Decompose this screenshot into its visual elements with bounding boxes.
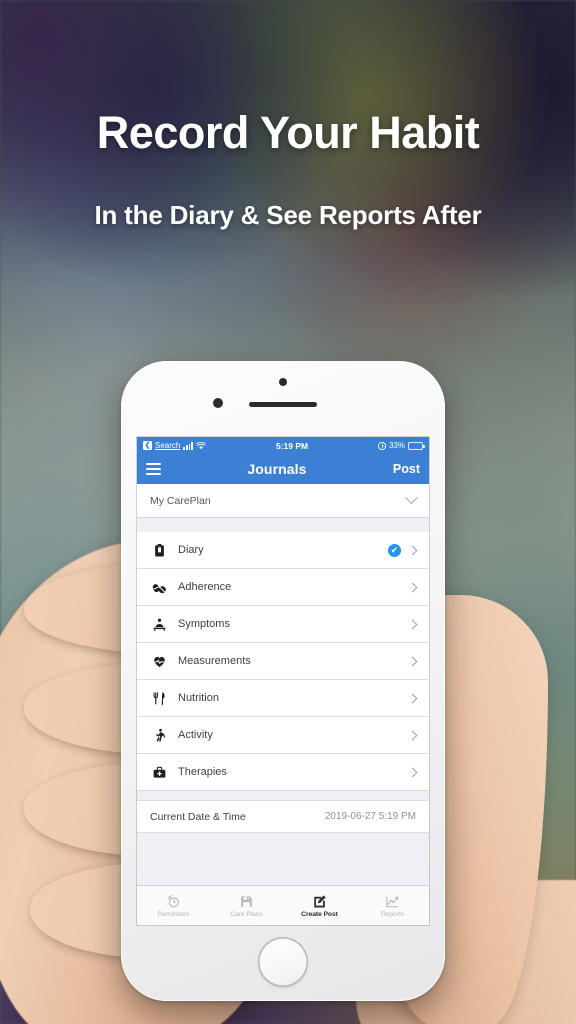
tab-label: Reminders <box>157 910 190 918</box>
chevron-down-icon <box>405 491 418 505</box>
chevron-right-icon <box>407 582 418 592</box>
journal-row-therapies[interactable]: Therapies <box>137 754 429 791</box>
clipboard-icon <box>148 543 170 558</box>
location-arrow-icon <box>377 441 386 450</box>
heartbeat-icon <box>148 654 170 669</box>
walking-icon <box>148 728 170 743</box>
current-datetime-value: 2019-06-27 5:19 PM <box>324 811 416 822</box>
pills-icon <box>148 580 170 595</box>
careplan-selected-value: My CarePlan <box>150 494 211 507</box>
page-title: Journals <box>247 461 307 477</box>
medical-bag-icon <box>148 765 170 780</box>
hamburger-menu-icon[interactable] <box>146 463 161 475</box>
app-navigation-bar: Journals Post <box>137 454 429 484</box>
chevron-right-icon <box>407 656 418 666</box>
journal-row-label: Nutrition <box>178 692 219 704</box>
status-bar-left: ❮ Search <box>143 441 207 450</box>
journal-row-label: Activity <box>178 729 213 741</box>
front-camera-icon <box>279 378 287 386</box>
content-spacer <box>137 791 429 800</box>
phone-screen: ❮ Search 5:19 PM 33% Journals Post My Ca… <box>137 437 429 925</box>
wifi-icon <box>196 441 207 449</box>
battery-percent-label: 33% <box>388 441 405 450</box>
battery-icon <box>408 441 425 450</box>
promo-title: Record Your Habit <box>96 107 480 158</box>
journal-row-label: Adherence <box>178 581 232 593</box>
journal-row-label: Measurements <box>178 655 251 667</box>
chevron-right-icon <box>407 619 418 629</box>
post-button[interactable]: Post <box>393 462 420 476</box>
journal-row-activity[interactable]: Activity <box>137 717 429 754</box>
patient-bed-icon <box>148 617 170 632</box>
promo-heading-group: Record Your Habit In the Diary & See Rep… <box>0 0 576 231</box>
tab-label: Reports <box>380 910 405 918</box>
journal-row-measurements[interactable]: Measurements <box>137 643 429 680</box>
cutlery-icon <box>148 691 170 706</box>
status-bar: ❮ Search 5:19 PM 33% <box>137 437 429 454</box>
save-disk-icon <box>239 894 254 909</box>
tab-care-plans[interactable]: Care Plans <box>210 886 283 925</box>
journal-row-diary[interactable]: Diary ✔ <box>137 532 429 569</box>
status-bar-right: 33% <box>377 441 425 450</box>
phone-mockup: ❮ Search 5:19 PM 33% Journals Post My Ca… <box>121 361 445 1001</box>
chevron-right-icon <box>407 693 418 703</box>
signal-bars-icon <box>183 442 194 450</box>
screen-content: My CarePlan Diary ✔ Adherence Symptoms Measu… <box>137 484 429 925</box>
content-filler <box>137 833 429 885</box>
back-arrow-icon[interactable]: ❮ <box>143 441 152 450</box>
content-spacer <box>137 518 429 532</box>
selected-check-icon: ✔ <box>388 543 401 557</box>
edit-pencil-icon <box>312 894 327 909</box>
tab-label: Care Plans <box>230 910 263 918</box>
earpiece-speaker <box>249 402 317 407</box>
promo-subtitle: In the Diary & See Reports After <box>94 200 482 230</box>
current-datetime-label: Current Date & Time <box>150 810 246 823</box>
status-back-label[interactable]: Search <box>155 441 180 450</box>
journal-list: Diary ✔ Adherence Symptoms Measurements Nutri… <box>137 532 429 791</box>
tab-reminders[interactable]: Reminders <box>137 886 210 925</box>
journal-row-label: Therapies <box>178 766 227 778</box>
journal-row-adherence[interactable]: Adherence <box>137 569 429 606</box>
journal-row-label: Symptoms <box>178 618 230 630</box>
careplan-selector[interactable]: My CarePlan <box>137 484 429 518</box>
status-bar-time: 5:19 PM <box>275 440 309 451</box>
line-chart-icon <box>385 894 400 909</box>
journal-row-label: Diary <box>178 544 204 556</box>
chevron-right-icon <box>407 767 418 777</box>
alarm-clock-icon <box>166 894 181 909</box>
bottom-tab-bar: Reminders Care Plans Create Post Reports <box>137 885 429 925</box>
chevron-right-icon <box>407 545 418 555</box>
proximity-sensor-icon <box>213 398 223 408</box>
tab-reports[interactable]: Reports <box>356 886 429 925</box>
journal-row-symptoms[interactable]: Symptoms <box>137 606 429 643</box>
home-button[interactable] <box>258 937 308 987</box>
current-datetime-row: Current Date & Time 2019-06-27 5:19 PM <box>137 800 429 833</box>
journal-row-nutrition[interactable]: Nutrition <box>137 680 429 717</box>
chevron-right-icon <box>407 730 418 740</box>
tab-create-post[interactable]: Create Post <box>283 886 356 925</box>
tab-label: Create Post <box>301 910 338 918</box>
